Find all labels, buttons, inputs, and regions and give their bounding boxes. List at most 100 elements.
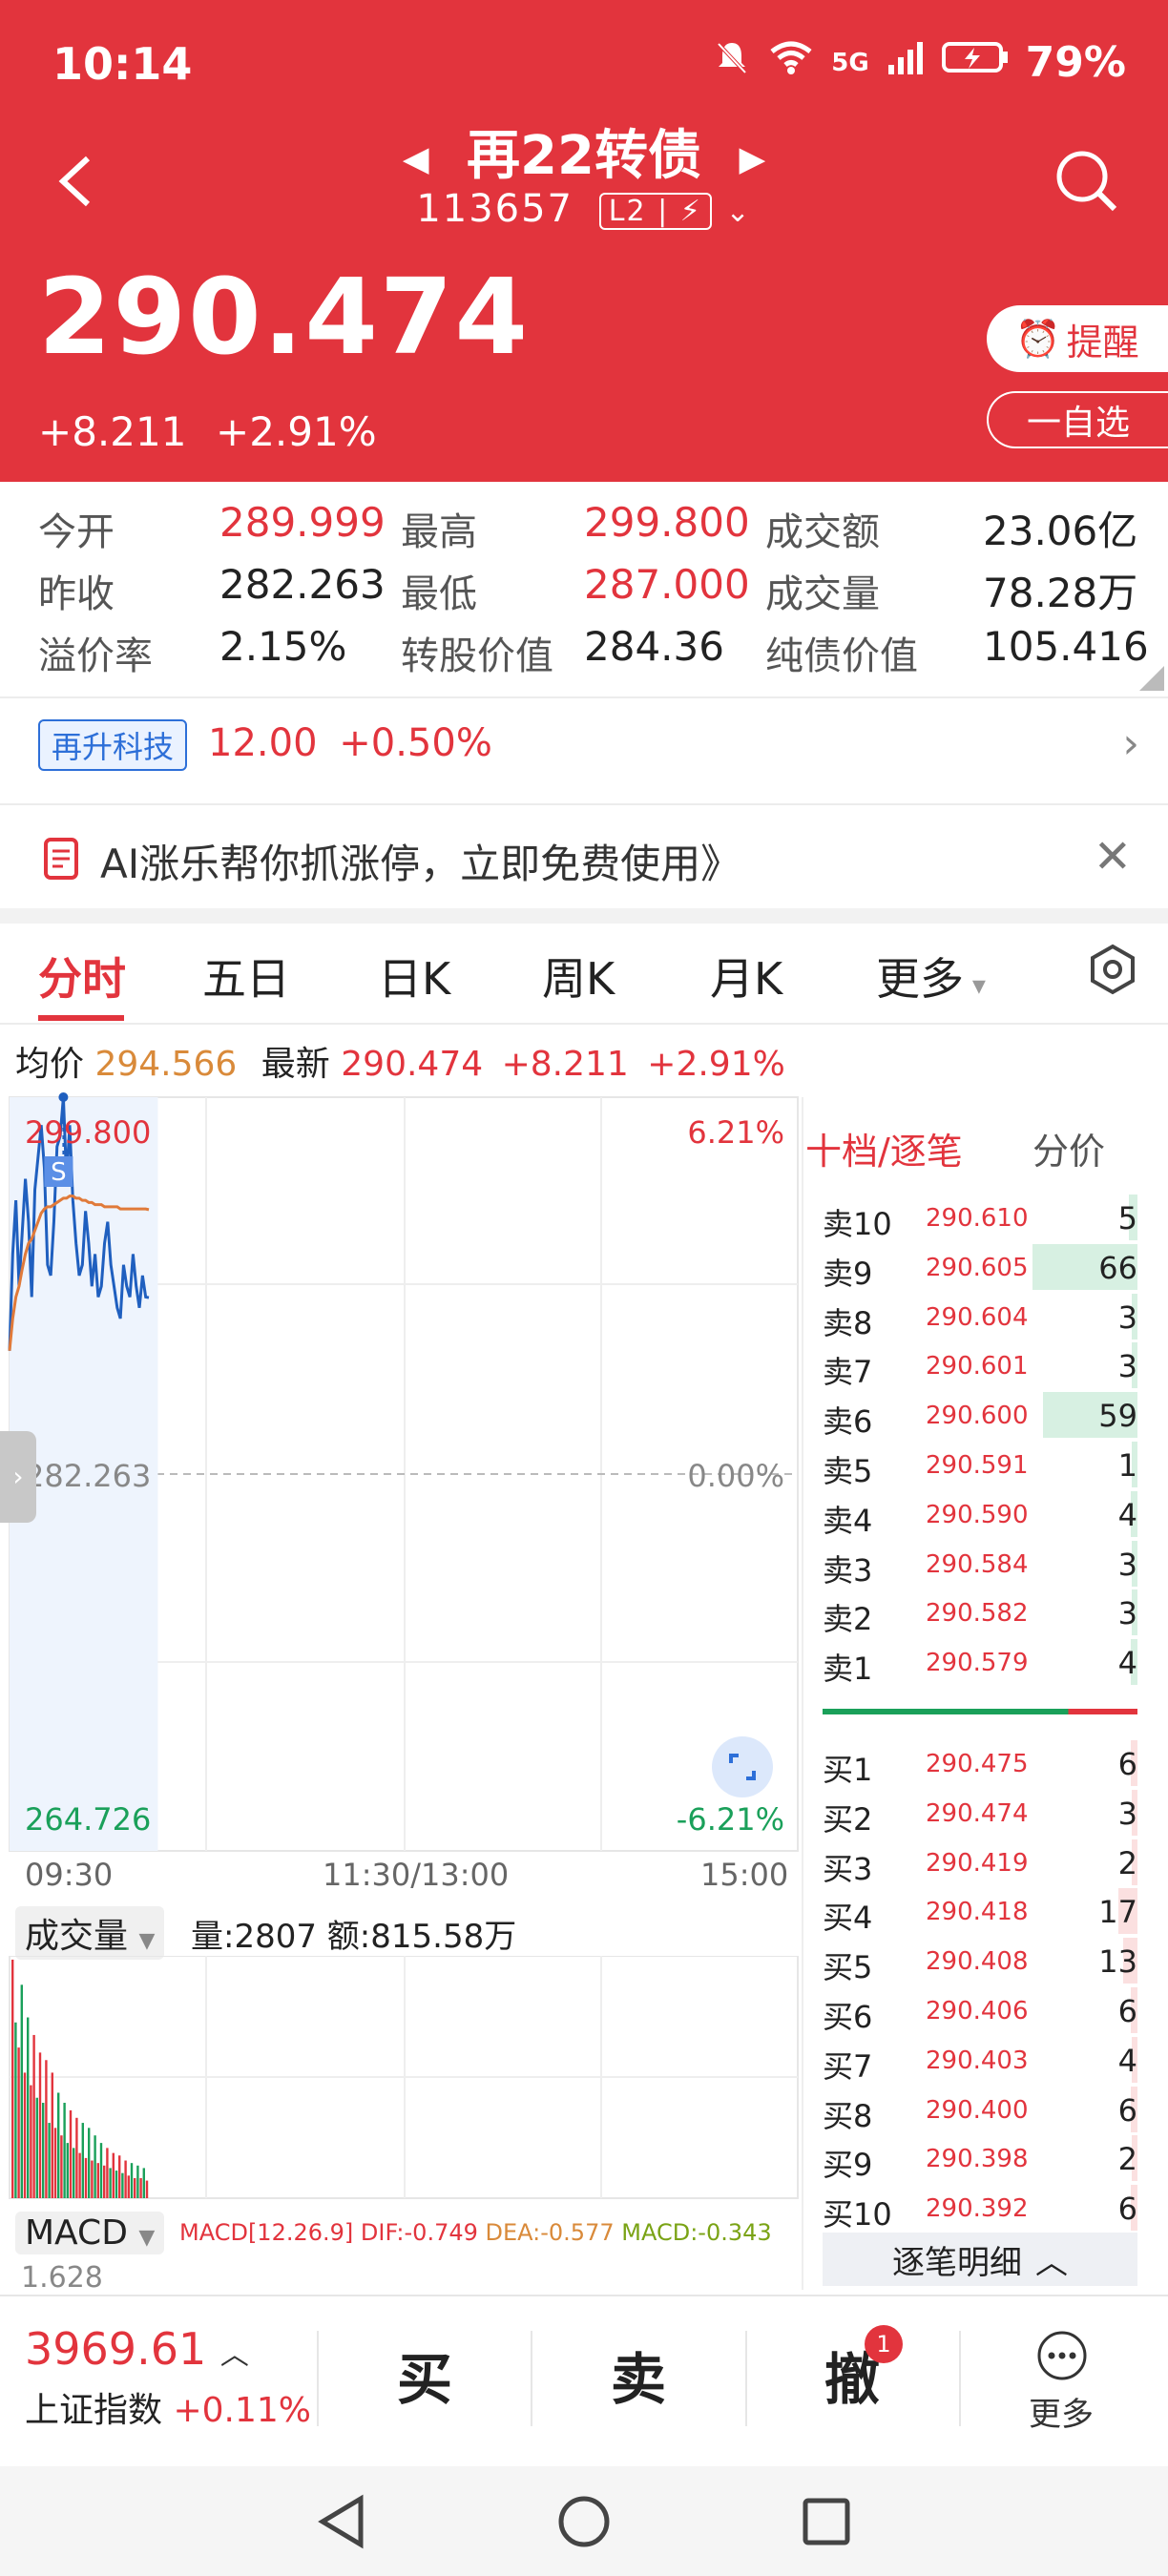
macd-dropdown-label: MACD — [25, 2213, 128, 2253]
expand-corner-icon[interactable] — [1139, 666, 1164, 691]
index-value[interactable]: 3969.61 ︿ — [25, 2323, 249, 2375]
orderbook-row[interactable]: 买1 290.475 6 — [823, 1738, 1137, 1788]
fullscreen-icon[interactable] — [712, 1736, 773, 1797]
orderbook-row[interactable]: 卖7 290.601 3 — [823, 1340, 1137, 1390]
chevron-down-icon[interactable]: ⌄ — [726, 196, 752, 229]
settings-icon[interactable] — [1086, 943, 1139, 1000]
level-price: 290.403 — [926, 2046, 1029, 2075]
level-volume: 4 — [1117, 2042, 1137, 2079]
orderbook-row[interactable]: 买9 290.398 2 — [823, 2133, 1137, 2183]
macd-dea: DEA:-0.577 — [485, 2219, 615, 2246]
volume-bar — [53, 2128, 57, 2198]
level-volume: 13 — [1098, 1943, 1137, 1981]
level-label: 卖5 — [823, 1453, 873, 1489]
orderbook-row[interactable]: 卖10 290.610 5 — [823, 1193, 1137, 1242]
orderbook-tab-price[interactable]: 分价 — [1032, 1122, 1105, 1174]
caret-down-icon: ▼ — [138, 2226, 156, 2250]
volume-chart[interactable] — [0, 1956, 802, 2199]
orderbook-row[interactable]: 买10 290.392 6 — [823, 2183, 1137, 2233]
stat-label: 最高 — [401, 510, 477, 554]
sell-marker-label: S — [51, 1158, 67, 1187]
orderbook-row[interactable]: 买5 290.408 13 — [823, 1936, 1137, 1985]
separator — [959, 2331, 961, 2426]
ad-text[interactable]: AI涨乐帮你抓涨停，立即免费使用》 — [100, 832, 740, 890]
tab-label: 月K — [710, 953, 783, 1005]
chart-side-handle[interactable]: › — [0, 1431, 36, 1523]
orderbook-row[interactable]: 卖1 290.579 4 — [823, 1637, 1137, 1687]
volume-bar — [106, 2148, 109, 2198]
orderbook-row[interactable]: 卖4 290.590 4 — [823, 1489, 1137, 1539]
tab-item[interactable]: 月K — [710, 945, 782, 1008]
chevron-right-icon[interactable]: › — [1122, 719, 1139, 768]
level-label: 买1 — [823, 1752, 873, 1788]
orderbook-row[interactable]: 卖5 290.591 1 — [823, 1440, 1137, 1489]
trade-detail-button[interactable]: 逐笔明细 ︿ — [823, 2233, 1137, 2286]
tab-item[interactable]: 日K — [378, 945, 450, 1008]
avg-value: 294.566 — [94, 1045, 238, 1084]
volume-bar — [99, 2143, 103, 2198]
latest-label: 最新 — [261, 1045, 330, 1084]
level-label: 卖3 — [823, 1551, 873, 1589]
nav-home-icon[interactable] — [557, 2495, 611, 2552]
level-price: 290.590 — [926, 1500, 1029, 1529]
level2-badge[interactable]: L2 | ⚡ — [598, 192, 712, 230]
close-icon[interactable]: ✕ — [1094, 830, 1132, 883]
volume-bar — [73, 2148, 75, 2198]
orderbook-tab-tenlevel[interactable]: 十档/逐笔 — [805, 1122, 963, 1174]
orderbook-row[interactable]: 卖3 290.584 3 — [823, 1539, 1137, 1589]
index-number: 3969.61 — [25, 2323, 207, 2375]
prev-stock-icon[interactable]: ◀ — [403, 139, 429, 178]
level-label: 卖7 — [823, 1354, 873, 1391]
level-price: 290.398 — [926, 2145, 1029, 2174]
tab-item[interactable]: 更多 ▾ — [876, 945, 986, 1008]
orderbook-row[interactable]: 买7 290.403 4 — [823, 2035, 1137, 2085]
remind-button[interactable]: ⏰ 提醒 — [987, 305, 1168, 372]
orderbook-row[interactable]: 买2 290.474 3 — [823, 1788, 1137, 1838]
buy-button[interactable]: 买 — [320, 2335, 530, 2415]
orderbook-row[interactable]: 卖8 290.604 3 — [823, 1292, 1137, 1341]
wifi-icon — [768, 38, 814, 87]
orderbook-row[interactable]: 买6 290.406 6 — [823, 1985, 1137, 2035]
more-icon[interactable] — [1035, 2329, 1089, 2386]
orderbook-row[interactable]: 买8 290.400 6 — [823, 2085, 1137, 2134]
volume-bar — [112, 2152, 115, 2198]
level-price: 290.418 — [926, 1898, 1029, 1927]
tab-item[interactable]: 分时 — [38, 945, 126, 1008]
watchlist-button[interactable]: 一自选 — [987, 391, 1168, 448]
volume-bar — [57, 2092, 60, 2198]
more-label[interactable]: 更多 — [1029, 2388, 1094, 2435]
level-label: 买5 — [823, 1949, 873, 1986]
tab-item[interactable]: 五日 — [202, 945, 290, 1008]
sell-button[interactable]: 卖 — [532, 2335, 744, 2415]
stat-label: 昨收 — [38, 572, 115, 616]
depth-ratio-bar — [823, 1709, 1137, 1714]
level-price: 290.406 — [926, 1997, 1029, 2025]
macd-dropdown[interactable]: MACD ▼ — [15, 2212, 165, 2254]
nav-recents-icon[interactable] — [802, 2497, 851, 2550]
volume-bar — [35, 2097, 38, 2198]
level-volume: 17 — [1098, 1894, 1137, 1931]
next-stock-icon[interactable]: ▶ — [739, 139, 765, 178]
watchlist-label: 一自选 — [1026, 404, 1130, 443]
level-volume: 3 — [1117, 1298, 1137, 1336]
stock-code-row: 113657 L2 | ⚡ ⌄ — [0, 187, 1168, 231]
orderbook-row[interactable]: 卖2 290.582 3 — [823, 1588, 1137, 1637]
stat-value: 105.416 — [983, 623, 1149, 670]
orderbook-row[interactable]: 卖9 290.605 66 — [823, 1242, 1137, 1292]
level-price: 290.610 — [926, 1204, 1029, 1233]
volume-bar — [103, 2165, 106, 2198]
tab-item[interactable]: 周K — [542, 945, 615, 1008]
orderbook-row[interactable]: 买3 290.419 2 — [823, 1838, 1137, 1887]
trade-detail-label: 逐笔明细 — [892, 2243, 1022, 2282]
nav-back-icon[interactable] — [315, 2493, 368, 2554]
orderbook-row[interactable]: 卖6 290.600 59 — [823, 1390, 1137, 1440]
orderbook-row[interactable]: 买4 290.418 17 — [823, 1886, 1137, 1936]
price-change: +8.211 — [38, 408, 187, 455]
volume-bar — [136, 2165, 139, 2198]
cancel-button[interactable]: 撤 — [746, 2335, 958, 2415]
level-price: 290.400 — [926, 2095, 1029, 2125]
search-icon[interactable] — [1053, 148, 1120, 218]
related-stock-tag[interactable]: 再升科技 — [38, 719, 188, 771]
volume-dropdown[interactable]: 成交量 ▼ — [15, 1906, 165, 1960]
stat-label: 溢价率 — [38, 634, 153, 678]
